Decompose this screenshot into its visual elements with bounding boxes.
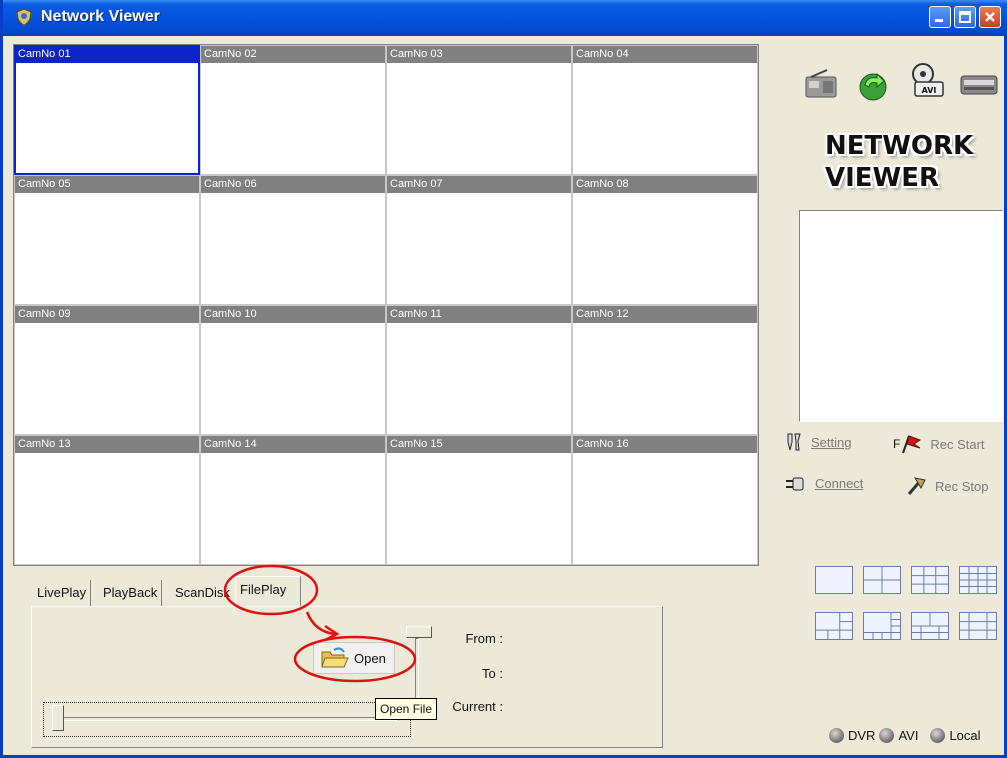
rec-start-prefix: F: [893, 437, 901, 451]
camera-cell[interactable]: CamNo 11: [387, 306, 571, 434]
right-panel: AVI NETWORK VIEWER Setting Connect F Rec…: [763, 44, 1007, 754]
camera-label: CamNo 11: [387, 306, 571, 323]
camera-label: CamNo 10: [201, 306, 385, 323]
vertical-slider-thumb[interactable]: [406, 626, 432, 638]
dvr-device-icon[interactable]: [959, 72, 999, 98]
from-label: From :: [465, 631, 503, 646]
app-window: Network Viewer CamNo 01 CamNo 02 CamNo 03 C…: [0, 0, 1007, 758]
camera-label: CamNo 13: [15, 436, 199, 453]
layout-grid-icon: [912, 567, 948, 593]
tab-liveplay[interactable]: LivePlay: [33, 580, 92, 606]
layout-grid-icon: [864, 567, 900, 593]
layout-button-1x1[interactable]: [815, 566, 853, 594]
camera-cell[interactable]: CamNo 12: [573, 306, 757, 434]
source-selector: DVR AVI Local: [829, 728, 981, 743]
tab-fileplay[interactable]: FilePlay: [235, 576, 301, 606]
camera-label: CamNo 16: [573, 436, 757, 453]
setting-button[interactable]: Setting: [785, 432, 851, 452]
camera-label: CamNo 06: [201, 176, 385, 193]
tab-playback[interactable]: PlayBack: [99, 580, 163, 606]
camera-label: CamNo 09: [15, 306, 199, 323]
folder-open-icon: [321, 647, 349, 668]
layout-button-1plus5[interactable]: [815, 612, 853, 640]
camera-cell[interactable]: CamNo 01: [14, 45, 200, 175]
layout-grid-icon: [960, 567, 996, 593]
avi-radio[interactable]: [879, 728, 895, 743]
avi-reel-icon[interactable]: AVI: [907, 60, 947, 102]
close-button[interactable]: [979, 6, 1001, 28]
current-label: Current :: [452, 699, 503, 714]
layout-button-2x2[interactable]: [863, 566, 901, 594]
camera-label: CamNo 08: [573, 176, 757, 193]
vertical-slider-track: [415, 638, 419, 700]
to-label: To :: [482, 666, 503, 681]
camera-cell[interactable]: CamNo 05: [15, 176, 199, 304]
camera-label: CamNo 12: [573, 306, 757, 323]
minimize-icon: [935, 19, 943, 22]
close-icon: [985, 12, 995, 22]
slider-line: [54, 717, 399, 721]
layout-grid-icon: [816, 567, 852, 593]
open-file-tooltip: Open File: [375, 698, 438, 720]
layout-button-3x3[interactable]: [911, 566, 949, 594]
camera-cell[interactable]: CamNo 06: [201, 176, 385, 304]
radio-icon[interactable]: [803, 68, 839, 100]
camera-label: CamNo 14: [201, 436, 385, 453]
camera-cell[interactable]: CamNo 08: [573, 176, 757, 304]
playback-position-slider[interactable]: [43, 702, 411, 737]
camera-label: CamNo 04: [573, 46, 757, 63]
layout-grid-icon: [912, 613, 948, 639]
red-flag-icon: [902, 435, 922, 454]
setting-tools-icon: [787, 433, 801, 451]
minimize-button[interactable]: [929, 6, 951, 28]
maximize-button[interactable]: [954, 6, 976, 28]
camera-label: CamNo 01: [15, 46, 199, 63]
tab-scandisk[interactable]: ScanDisk: [171, 580, 234, 606]
camera-label: CamNo 03: [387, 46, 571, 63]
camera-cell[interactable]: CamNo 14: [201, 436, 385, 564]
layout-button-1plus7[interactable]: [863, 612, 901, 640]
slider-thumb[interactable]: [52, 705, 64, 731]
camera-cell[interactable]: CamNo 02: [201, 46, 385, 174]
camera-cell[interactable]: CamNo 07: [387, 176, 571, 304]
camera-cell[interactable]: CamNo 13: [15, 436, 199, 564]
layout-button-custom[interactable]: [959, 612, 997, 640]
svg-text:AVI: AVI: [922, 86, 937, 95]
local-radio[interactable]: [930, 728, 946, 743]
layout-grid-icon: [960, 613, 996, 639]
app-shield-icon: [16, 8, 32, 26]
open-file-button[interactable]: Open: [313, 642, 395, 674]
dvr-radio[interactable]: [829, 728, 844, 743]
connect-button[interactable]: Connect: [785, 476, 863, 491]
layout-grid-icon: [864, 613, 900, 639]
preview-pane: [799, 210, 1003, 422]
window-title: Network Viewer: [41, 8, 160, 25]
title-bar[interactable]: Network Viewer: [3, 0, 1007, 36]
camera-label: CamNo 05: [15, 176, 199, 193]
rec-start-button[interactable]: F Rec Start: [893, 434, 985, 454]
plug-icon: [786, 477, 804, 490]
camera-cell[interactable]: CamNo 09: [15, 306, 199, 434]
camera-label: CamNo 15: [387, 436, 571, 453]
camera-label: CamNo 07: [387, 176, 571, 193]
camera-grid: CamNo 01 CamNo 02 CamNo 03 CamNo 04 CamNo 05…: [13, 44, 759, 566]
camera-cell[interactable]: CamNo 16: [573, 436, 757, 564]
network-viewer-logo: NETWORK VIEWER: [825, 131, 974, 193]
layout-grid-icon: [816, 613, 852, 639]
camera-cell[interactable]: CamNo 03: [387, 46, 571, 174]
layout-button-2plus8[interactable]: [911, 612, 949, 640]
camera-cell[interactable]: CamNo 04: [573, 46, 757, 174]
rec-stop-button[interactable]: Rec Stop: [905, 476, 988, 496]
layout-button-4x4[interactable]: [959, 566, 997, 594]
camera-label: CamNo 02: [201, 46, 385, 63]
refresh-arrow-icon[interactable]: [855, 68, 891, 104]
camera-cell[interactable]: CamNo 10: [201, 306, 385, 434]
camera-cell[interactable]: CamNo 15: [387, 436, 571, 564]
rec-stop-icon: [907, 477, 926, 495]
maximize-icon: [959, 11, 971, 23]
